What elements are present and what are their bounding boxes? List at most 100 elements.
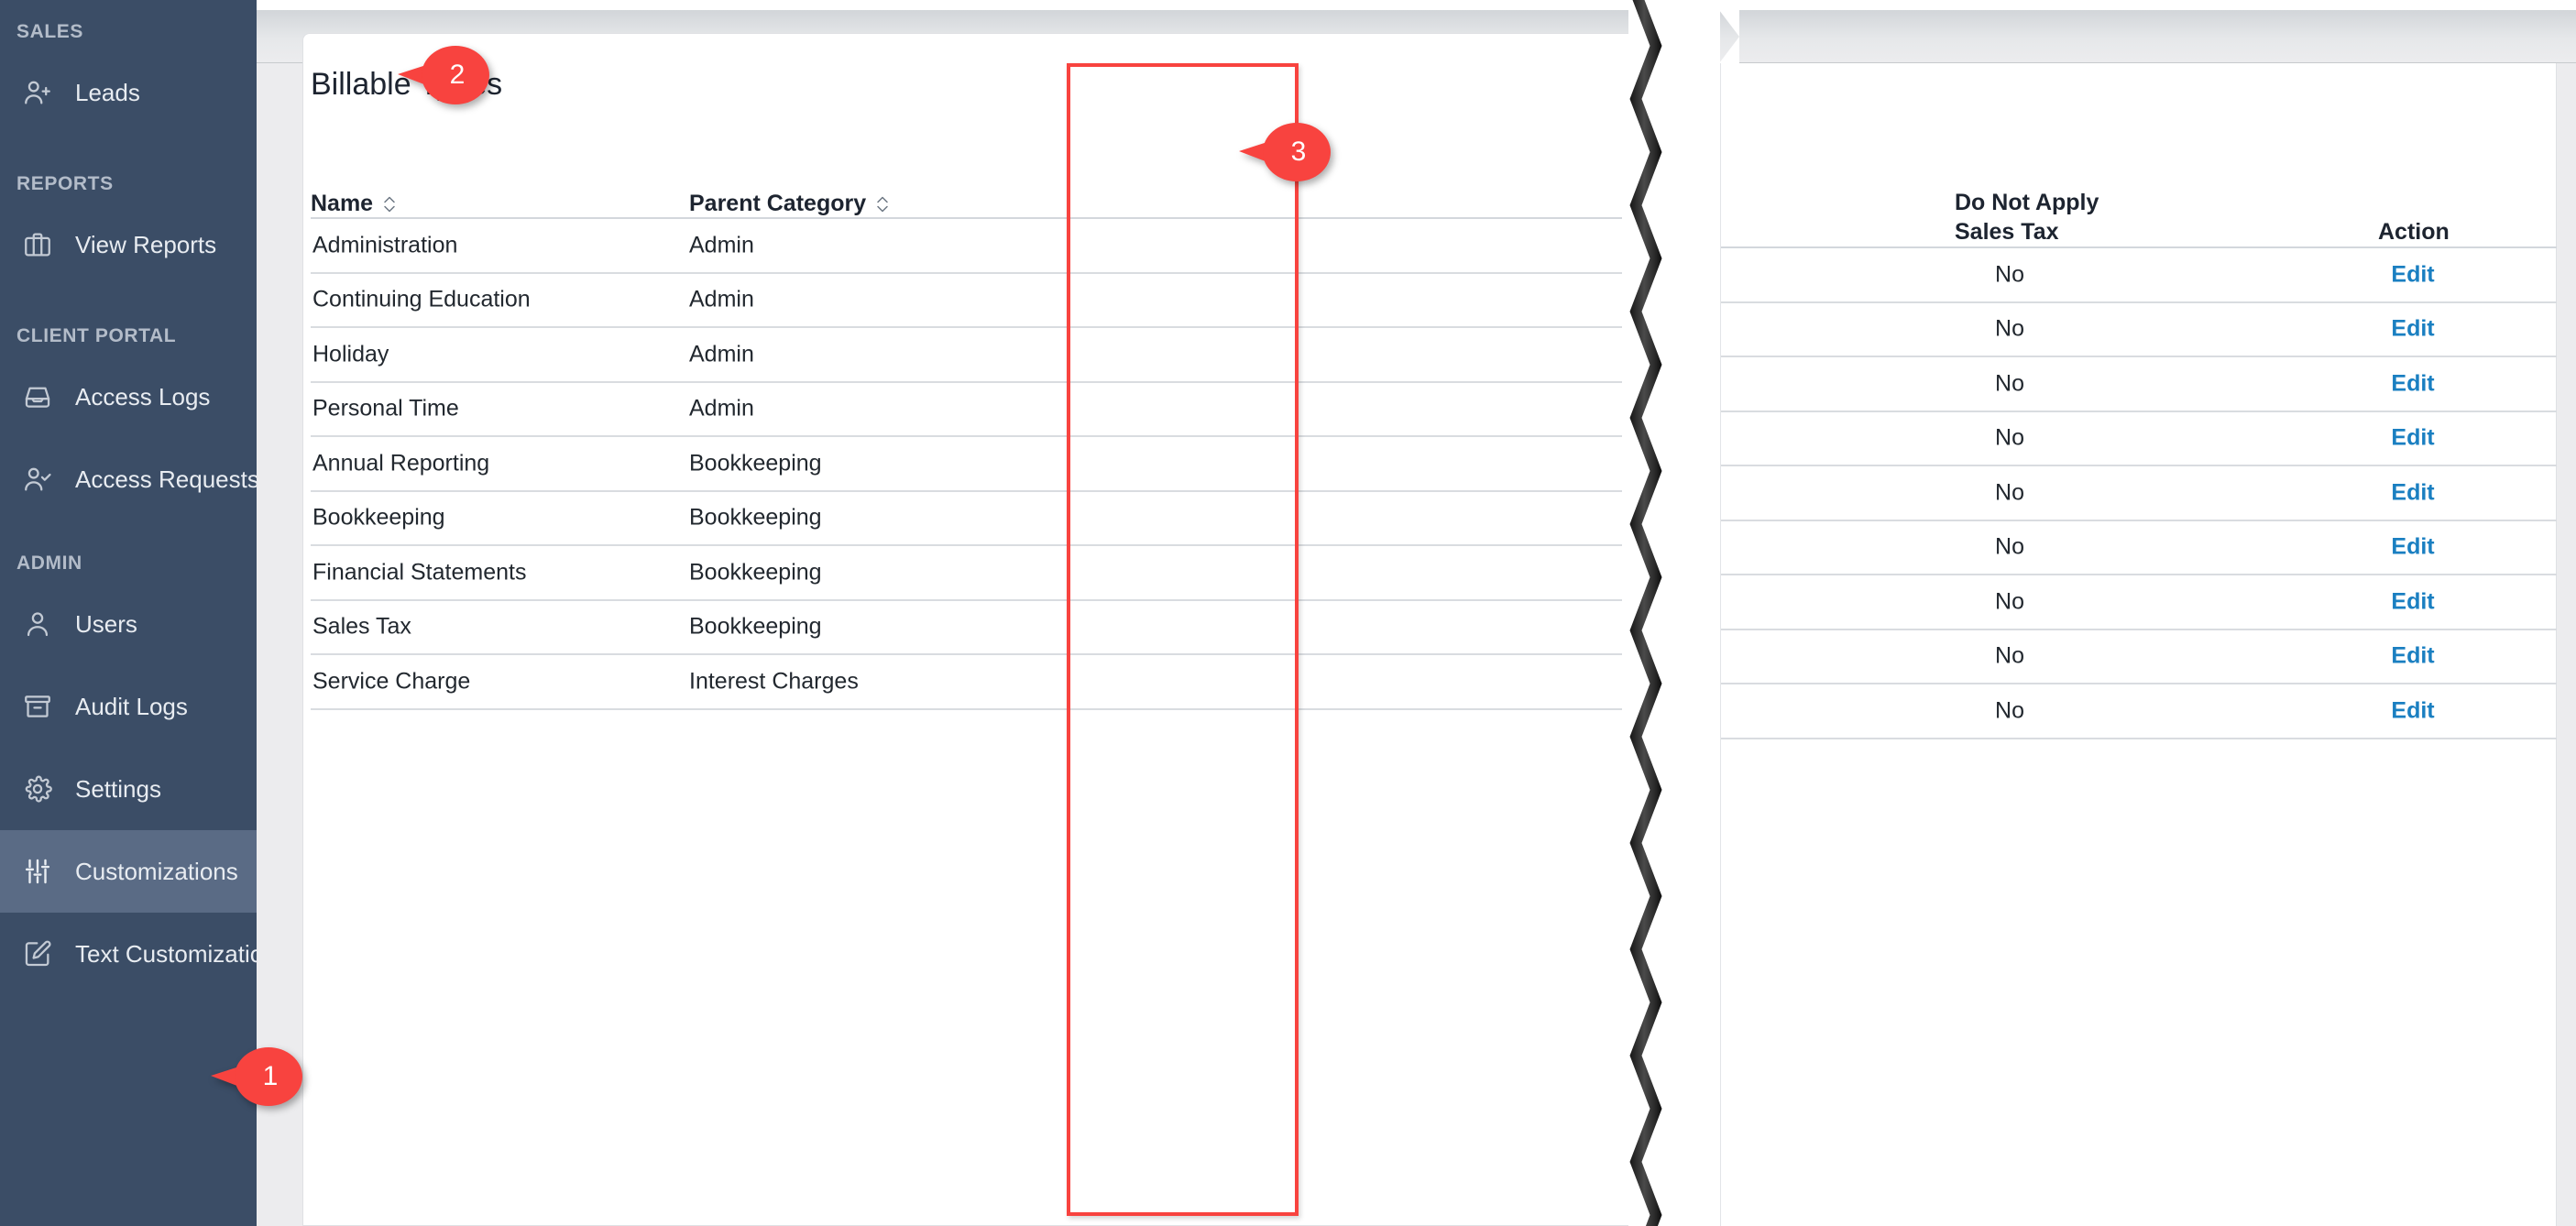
callout-number: 3 bbox=[1290, 137, 1307, 167]
table-row: No Edit bbox=[1721, 248, 2557, 303]
sidebar-item-label: View Reports bbox=[75, 230, 217, 258]
edit-link[interactable]: Edit bbox=[2362, 261, 2463, 288]
edit-square-icon bbox=[16, 933, 59, 975]
cell-parent-category: Bookkeeping bbox=[689, 450, 822, 476]
table-row: Annual Reporting Bookkeeping bbox=[311, 437, 1622, 492]
table-row: Personal Time Admin bbox=[311, 383, 1622, 437]
sort-toggle-icon[interactable] bbox=[875, 192, 890, 216]
edit-link[interactable]: Edit bbox=[2362, 316, 2463, 343]
sidebar-item-label: Access Logs bbox=[75, 382, 211, 410]
column-header-do-not-apply-sales-tax-line1: Do Not Apply bbox=[1955, 190, 2099, 215]
briefcase-icon bbox=[16, 224, 59, 266]
cell-do-not-apply-sales-tax: No bbox=[1995, 533, 2024, 560]
user-plus-icon bbox=[16, 71, 59, 114]
edit-link[interactable]: Edit bbox=[2362, 697, 2463, 724]
edit-link[interactable]: Edit bbox=[2362, 479, 2463, 506]
table-row: Holiday Admin bbox=[311, 328, 1622, 383]
column-header-parent-category[interactable]: Parent Category bbox=[689, 191, 890, 217]
sidebar-item-customizations[interactable]: Customizations bbox=[0, 830, 257, 913]
sort-toggle-icon[interactable] bbox=[382, 192, 397, 216]
sidebar-item-leads[interactable]: Leads bbox=[0, 51, 257, 134]
archive-icon bbox=[16, 685, 59, 728]
cell-name: Personal Time bbox=[312, 395, 459, 421]
sidebar-item-audit-logs[interactable]: Audit Logs bbox=[0, 665, 257, 748]
sidebar-item-label: Settings bbox=[75, 774, 161, 803]
table-row: Sales Tax Bookkeeping bbox=[311, 601, 1622, 655]
sidebar-item-settings[interactable]: Settings bbox=[0, 748, 257, 830]
cell-do-not-apply-sales-tax: No bbox=[1995, 424, 2024, 451]
cell-name: Continuing Education bbox=[312, 286, 531, 312]
billable-types-card: Billable Types Name Parent Category Admi… bbox=[302, 33, 1628, 1226]
cell-parent-category: Admin bbox=[689, 341, 754, 367]
callout-marker-3: 3 bbox=[1239, 123, 1331, 181]
sidebar-item-access-requests[interactable]: Access Requests bbox=[0, 438, 257, 520]
app-window: SALES Leads REPORTS View Reports CLIENT … bbox=[0, 0, 2576, 1226]
inbox-icon bbox=[16, 376, 59, 418]
table-row: No Edit bbox=[1721, 357, 2557, 412]
billable-types-card-right-columns: Do Not Apply Sales Tax Action No Edit No Ed… bbox=[1720, 63, 2576, 1226]
sidebar-item-label: Customizations bbox=[75, 857, 238, 885]
sidebar-item-text-customizations[interactable]: Text Customizations bbox=[0, 913, 257, 995]
table-row: No Edit bbox=[1721, 303, 2557, 357]
sidebar-section-admin: ADMIN bbox=[16, 553, 82, 574]
table-row: No Edit bbox=[1721, 630, 2557, 684]
sidebar-item-label: Leads bbox=[75, 78, 140, 106]
callout-marker-1: 1 bbox=[211, 1047, 302, 1106]
column-header-do-not-apply-sales-tax[interactable]: Do Not Apply Sales Tax bbox=[1955, 189, 2099, 246]
cell-parent-category: Bookkeeping bbox=[689, 559, 822, 586]
cell-name: Financial Statements bbox=[312, 559, 527, 586]
cell-do-not-apply-sales-tax: No bbox=[1995, 261, 2024, 288]
cell-parent-category: Bookkeeping bbox=[689, 504, 822, 531]
cell-name: Annual Reporting bbox=[312, 450, 490, 476]
cell-do-not-apply-sales-tax: No bbox=[1995, 642, 2024, 669]
sidebar-item-view-reports[interactable]: View Reports bbox=[0, 203, 257, 286]
table-row: Continuing Education Admin bbox=[311, 274, 1622, 328]
cell-parent-category: Admin bbox=[689, 395, 754, 421]
cell-name: Sales Tax bbox=[312, 613, 411, 640]
sidebar-section-sales: SALES bbox=[16, 21, 84, 42]
sliders-icon bbox=[16, 850, 59, 892]
cell-do-not-apply-sales-tax: No bbox=[1995, 479, 2024, 506]
edit-link[interactable]: Edit bbox=[2362, 425, 2463, 452]
cell-do-not-apply-sales-tax: No bbox=[1995, 370, 2024, 397]
cell-name: Holiday bbox=[312, 341, 389, 367]
torn-paper-separator bbox=[1621, 0, 1671, 1226]
sidebar-item-label: Text Customizations bbox=[75, 939, 257, 968]
cell-parent-category: Admin bbox=[689, 286, 754, 312]
column-header-parent-category-label: Parent Category bbox=[689, 191, 867, 216]
edit-link[interactable]: Edit bbox=[2362, 588, 2463, 615]
sidebar-section-client-portal: CLIENT PORTAL bbox=[16, 325, 177, 346]
cell-name: Administration bbox=[312, 232, 458, 258]
cell-do-not-apply-sales-tax: No bbox=[1995, 697, 2024, 724]
sidebar-item-access-logs[interactable]: Access Logs bbox=[0, 356, 257, 438]
edit-link[interactable]: Edit bbox=[2362, 534, 2463, 561]
sidebar-item-label: Access Requests bbox=[75, 465, 257, 493]
table-header-row-right: Do Not Apply Sales Tax Action bbox=[1721, 126, 2557, 246]
sidebar-item-users[interactable]: Users bbox=[0, 583, 257, 665]
table-row: No Edit bbox=[1721, 575, 2557, 630]
cell-parent-category: Interest Charges bbox=[689, 668, 859, 695]
cell-name: Service Charge bbox=[312, 668, 471, 695]
cell-do-not-apply-sales-tax: No bbox=[1995, 588, 2024, 615]
sidebar-item-label: Users bbox=[75, 609, 137, 638]
user-check-icon bbox=[16, 458, 59, 500]
table-row: Administration Admin bbox=[311, 219, 1622, 274]
cell-parent-category: Bookkeeping bbox=[689, 613, 822, 640]
callout-marker-2: 2 bbox=[398, 46, 489, 104]
table-row: No Edit bbox=[1721, 412, 2557, 466]
edit-link[interactable]: Edit bbox=[2362, 370, 2463, 397]
edit-link[interactable]: Edit bbox=[2362, 643, 2463, 670]
sidebar-section-reports: REPORTS bbox=[16, 173, 114, 194]
callout-number: 1 bbox=[262, 1061, 279, 1091]
table-row: Service Charge Interest Charges bbox=[311, 655, 1622, 710]
user-icon bbox=[16, 603, 59, 645]
column-header-name[interactable]: Name bbox=[311, 191, 397, 217]
toolbar-strip-right bbox=[1719, 10, 2576, 63]
cell-parent-category: Admin bbox=[689, 232, 754, 258]
gear-icon bbox=[16, 768, 59, 810]
sidebar: SALES Leads REPORTS View Reports CLIENT … bbox=[0, 0, 257, 1226]
card-right-edge-gutter bbox=[2556, 63, 2576, 1226]
column-header-name-label: Name bbox=[311, 191, 374, 216]
table-row: Bookkeeping Bookkeeping bbox=[311, 492, 1622, 546]
column-header-action: Action bbox=[2378, 218, 2450, 245]
